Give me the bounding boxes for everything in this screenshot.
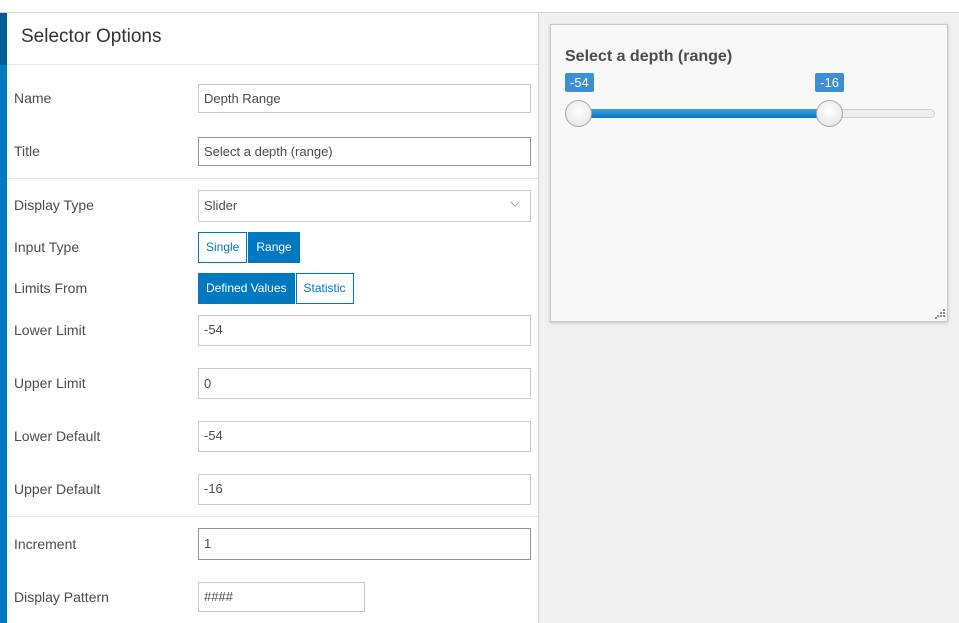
preview-panel: Select a depth (range) -54 -16 <box>539 13 959 623</box>
lower-default-input[interactable]: -54 <box>198 421 531 452</box>
display-pattern-label: Display Pattern <box>14 589 109 605</box>
lower-limit-input[interactable]: -54 <box>198 315 531 346</box>
input-type-toggle: Single Range <box>198 232 301 263</box>
limits-from-label: Limits From <box>14 280 88 296</box>
resize-grip-icon[interactable] <box>935 309 945 319</box>
name-input[interactable]: Depth Range <box>198 84 531 113</box>
name-label: Name <box>14 90 52 106</box>
slider-range-fill <box>578 109 830 118</box>
input-type-range-button[interactable]: Range <box>248 232 300 263</box>
limits-statistic-button[interactable]: Statistic <box>295 273 354 304</box>
panel-title: Selector Options <box>21 26 162 47</box>
slider-preview-widget: Select a depth (range) -54 -16 <box>550 24 948 322</box>
left-accent-bar <box>0 13 7 623</box>
selector-options-panel: Selector Options Name Depth Range Title … <box>7 13 538 623</box>
slider-low-handle[interactable] <box>565 100 592 127</box>
limits-defined-values-button[interactable]: Defined Values <box>198 273 295 304</box>
input-type-single-button[interactable]: Single <box>198 232 248 263</box>
input-type-label: Input Type <box>14 239 80 255</box>
title-label: Title <box>14 143 40 159</box>
title-input[interactable]: Select a depth (range) <box>198 137 531 166</box>
slider-high-value-badge: -16 <box>815 73 845 92</box>
panel-header: Selector Options <box>7 13 538 65</box>
upper-default-label: Upper Default <box>14 481 101 497</box>
left-accent-header <box>0 13 7 65</box>
display-type-value: Slider <box>204 198 238 213</box>
chevron-down-icon <box>510 201 520 207</box>
increment-input[interactable]: 1 <box>198 528 531 560</box>
increment-label: Increment <box>14 536 77 552</box>
slider-high-handle[interactable] <box>816 100 844 127</box>
upper-limit-label: Upper Limit <box>14 375 86 391</box>
separator <box>7 178 538 179</box>
upper-default-input[interactable]: -16 <box>198 474 531 505</box>
widget-title: Select a depth (range) <box>565 48 733 65</box>
limits-from-toggle: Defined Values Statistic <box>198 273 355 304</box>
display-type-label: Display Type <box>14 197 94 213</box>
lower-limit-label: Lower Limit <box>14 322 86 338</box>
slider-low-value-badge: -54 <box>565 73 594 92</box>
lower-default-label: Lower Default <box>14 428 101 444</box>
display-pattern-input[interactable]: #### <box>198 582 365 612</box>
separator <box>7 516 538 517</box>
upper-limit-input[interactable]: 0 <box>198 368 531 399</box>
display-type-select[interactable]: Slider <box>198 190 531 222</box>
